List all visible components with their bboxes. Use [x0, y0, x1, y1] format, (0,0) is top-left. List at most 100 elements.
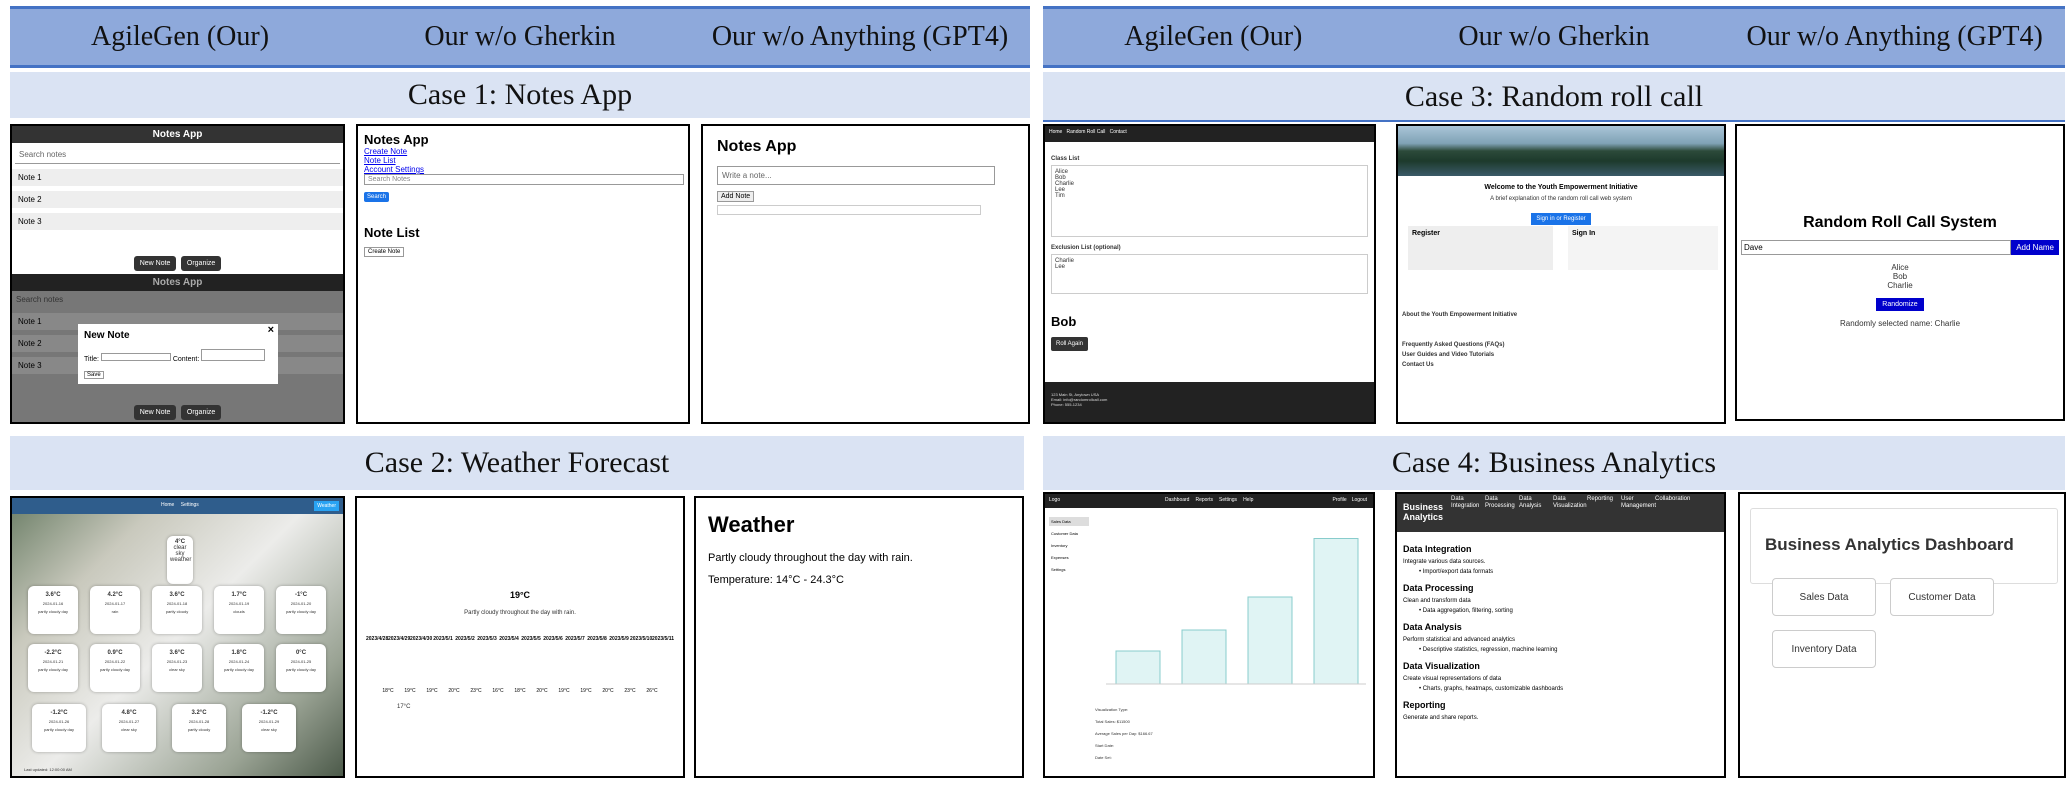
- list-item[interactable]: Note 3: [12, 213, 343, 230]
- add-note-button[interactable]: Add Note: [717, 191, 755, 202]
- nav-contact[interactable]: Contact: [1110, 129, 1127, 135]
- card-desc: clear sky: [261, 727, 277, 732]
- new-note-button[interactable]: New Note: [133, 256, 177, 271]
- section-text: Perform statistical and advanced analyti…: [1403, 637, 1516, 643]
- list-item[interactable]: Note 2: [12, 191, 343, 208]
- dashboard-header: Business Analytics Dashboard: [1750, 508, 2058, 584]
- case1-title: Case 1: Notes App: [10, 72, 1030, 118]
- nav-item[interactable]: User Management: [1621, 496, 1656, 510]
- nav-item[interactable]: Reports: [1195, 497, 1213, 503]
- card-temp: 4.2°C: [107, 592, 123, 598]
- title-field[interactable]: [100, 353, 171, 361]
- forecast-card: 3.2°C 2024-01-28 partly cloudy: [172, 704, 226, 752]
- current-label: weather: [170, 557, 192, 563]
- notes-gpt4-panel: Notes App Write a note... Add Note: [701, 124, 1030, 424]
- date-set-label: Date Set:: [1095, 755, 1112, 760]
- customer-data-button[interactable]: Customer Data: [1890, 578, 1994, 616]
- list-item: Alice: [1891, 263, 1909, 272]
- section-title: Data Processing: [1403, 583, 1474, 593]
- note-list-link[interactable]: Note List: [364, 156, 682, 165]
- section-title: Data Analysis: [1403, 622, 1462, 632]
- organize-button[interactable]: Organize: [180, 256, 222, 271]
- card-date: 2024-01-18: [166, 601, 188, 606]
- section-text: Integrate various data sources.: [1403, 559, 1486, 565]
- business-gpt4-panel: Business Analytics Dashboard Sales Data …: [1738, 492, 2066, 778]
- guides-title: User Guides and Video Tutorials: [1402, 352, 1495, 358]
- name-input[interactable]: Dave: [1741, 240, 2012, 255]
- app-title: Random Roll Call System: [1803, 214, 1997, 231]
- nav-item[interactable]: Data Integration: [1451, 496, 1479, 510]
- card-desc: rain: [111, 609, 119, 614]
- forecast-date: 2023/5/4: [499, 636, 519, 642]
- note-input[interactable]: Write a note...: [717, 166, 995, 185]
- sidebar-item[interactable]: Expenses: [1049, 553, 1089, 562]
- search-input[interactable]: Search notes: [15, 146, 340, 164]
- save-button[interactable]: Save: [84, 371, 104, 379]
- sales-data-button[interactable]: Sales Data: [1772, 578, 1876, 616]
- sign-in-register-button[interactable]: Sign in or Register: [1531, 213, 1591, 225]
- note-list-title: Note List: [364, 225, 420, 240]
- header-right: AgileGen (Our) Our w/o Gherkin Our w/o A…: [1043, 6, 2065, 68]
- bar-chart: [1106, 538, 1366, 685]
- forecast-date: 2023/5/1: [433, 636, 453, 642]
- nav-item[interactable]: Data Visualization: [1553, 496, 1587, 510]
- roll-again-button[interactable]: Roll Again: [1051, 337, 1089, 351]
- organize-button: Organize: [180, 405, 222, 420]
- nav-settings[interactable]: Settings: [181, 502, 199, 508]
- nav-item[interactable]: Reporting: [1587, 496, 1613, 510]
- sidebar-item[interactable]: Inventory: [1049, 541, 1089, 550]
- card-date: 2024-01-23: [166, 659, 188, 664]
- exclusion-field[interactable]: Charlie Lee: [1051, 254, 1368, 294]
- nav-item[interactable]: Logout: [1352, 497, 1367, 503]
- card-temp: 3.2°C: [191, 710, 207, 716]
- content-field[interactable]: [201, 349, 266, 361]
- section-text: Generate and share reports.: [1403, 715, 1479, 721]
- nav-item[interactable]: Collaboration: [1655, 496, 1690, 510]
- nav-home[interactable]: Home: [1049, 129, 1062, 135]
- nav-item[interactable]: Help: [1243, 497, 1253, 503]
- search-button[interactable]: Search: [364, 192, 390, 202]
- forecast-temp: 16°C: [492, 688, 504, 694]
- card-desc: partly cloudy day: [43, 727, 74, 732]
- list-item[interactable]: Note 1: [12, 169, 343, 186]
- forecast-card: -1°C 2024-01-20 partly cloudy day: [276, 586, 326, 634]
- chart-bar: [1181, 629, 1227, 685]
- nav-roll-call[interactable]: Random Roll Call: [1067, 129, 1106, 135]
- nav-item[interactable]: Dashboard: [1165, 497, 1189, 503]
- case3-title: Case 3: Random roll call: [1043, 72, 2065, 122]
- nav-home[interactable]: Home: [161, 502, 174, 508]
- chart-bar: [1313, 538, 1359, 685]
- sidebar-item[interactable]: Settings: [1049, 565, 1089, 574]
- forecast-date: 2023/5/6: [543, 636, 563, 642]
- weather-no-gherkin-panel: 19°C Partly cloudy throughout the day wi…: [355, 496, 685, 778]
- nav-item[interactable]: Data Processing: [1485, 496, 1515, 510]
- selected-name: Randomly selected name: Charlie: [1839, 319, 1961, 328]
- sidebar-item[interactable]: Sales Data: [1049, 517, 1089, 526]
- nav-bar: Home Settings Weather: [12, 498, 343, 514]
- sidebar-item[interactable]: Customer Data: [1049, 529, 1089, 538]
- register-form: Register: [1408, 226, 1553, 270]
- nav-item[interactable]: Profile: [1333, 497, 1347, 503]
- forecast-temp: 20°C: [448, 688, 460, 694]
- card-desc: partly cloudy: [187, 727, 211, 732]
- create-note-link[interactable]: Create Note: [364, 147, 682, 156]
- class-list-field[interactable]: Alice Bob Charlie Lee Tim: [1051, 165, 1368, 237]
- create-note-button[interactable]: Create Note: [364, 247, 405, 257]
- inventory-data-button[interactable]: Inventory Data: [1772, 630, 1876, 668]
- nav-item[interactable]: Settings: [1219, 497, 1237, 503]
- forecast-card: 3.6°C 2024-01-23 clear sky: [152, 644, 202, 692]
- chart-bar: [1115, 650, 1161, 685]
- add-name-button[interactable]: Add Name: [2011, 240, 2059, 255]
- nav-item[interactable]: Data Analysis: [1519, 496, 1543, 510]
- nav-bar: Logo Dashboard Reports Settings Help Profil…: [1045, 494, 1373, 508]
- notes-no-gherkin-panel: Notes App Create Note Note List Account …: [356, 124, 690, 424]
- card-desc: clouds: [233, 609, 245, 614]
- brand: Business Analytics: [1403, 502, 1444, 522]
- search-input[interactable]: Search Notes: [364, 174, 684, 185]
- section-title: Reporting: [1403, 700, 1446, 710]
- card-temp: 3.6°C: [169, 650, 185, 656]
- randomize-button[interactable]: Randomize: [1876, 298, 1924, 311]
- modal-overlay: Notes App Search notes Note 1 Note 2 Not…: [12, 274, 343, 422]
- account-settings-link[interactable]: Account Settings: [364, 165, 682, 174]
- close-icon[interactable]: ×: [268, 324, 274, 336]
